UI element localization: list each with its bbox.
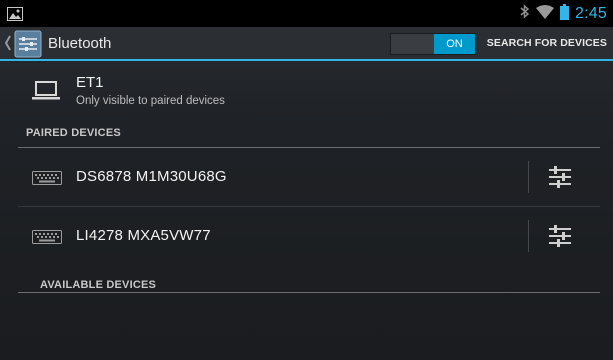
available-devices-header: AVAILABLE DEVICES bbox=[40, 279, 157, 291]
wifi-icon bbox=[536, 4, 555, 23]
sliders-settings-icon bbox=[549, 225, 571, 247]
search-for-devices-button[interactable]: SEARCH FOR DEVICES bbox=[487, 37, 607, 49]
status-time: 2:45 bbox=[575, 4, 607, 22]
status-bar: 2:45 bbox=[0, 0, 613, 27]
toggle-label: ON bbox=[446, 38, 463, 50]
action-bar: Bluetooth ON SEARCH FOR DEVICES bbox=[0, 27, 613, 61]
device-settings-button[interactable] bbox=[532, 158, 588, 196]
bluetooth-toggle[interactable]: ON bbox=[390, 33, 476, 55]
device-settings-button[interactable] bbox=[532, 217, 588, 255]
laptop-icon bbox=[31, 81, 61, 101]
status-icons: 2:45 bbox=[520, 0, 607, 27]
paired-devices-header: PAIRED DEVICES bbox=[26, 127, 121, 139]
paired-device-row[interactable]: LI4278 MXA5VW77 bbox=[18, 207, 600, 265]
local-device-name: ET1 bbox=[76, 74, 104, 91]
paired-device-row[interactable]: DS6878 M1M30U68G bbox=[18, 148, 600, 206]
image-notification-icon bbox=[7, 6, 23, 21]
local-device-item[interactable]: ET1 Only visible to paired devices bbox=[0, 63, 613, 119]
battery-icon bbox=[560, 3, 570, 24]
toggle-on-thumb[interactable]: ON bbox=[434, 34, 475, 54]
keyboard-icon bbox=[32, 170, 62, 185]
paired-device-name: DS6878 M1M30U68G bbox=[76, 168, 227, 185]
keyboard-icon bbox=[32, 229, 62, 244]
section-divider bbox=[18, 292, 600, 293]
up-caret-icon[interactable] bbox=[4, 34, 12, 52]
sliders-settings-icon bbox=[549, 166, 571, 188]
bluetooth-icon bbox=[520, 4, 530, 23]
page-title: Bluetooth bbox=[48, 35, 112, 52]
row-action-divider bbox=[528, 220, 529, 252]
paired-device-name: LI4278 MXA5VW77 bbox=[76, 227, 211, 244]
bluetooth-settings-app-icon[interactable] bbox=[14, 30, 42, 58]
row-action-divider bbox=[528, 161, 529, 193]
local-device-visibility[interactable]: Only visible to paired devices bbox=[76, 95, 225, 107]
